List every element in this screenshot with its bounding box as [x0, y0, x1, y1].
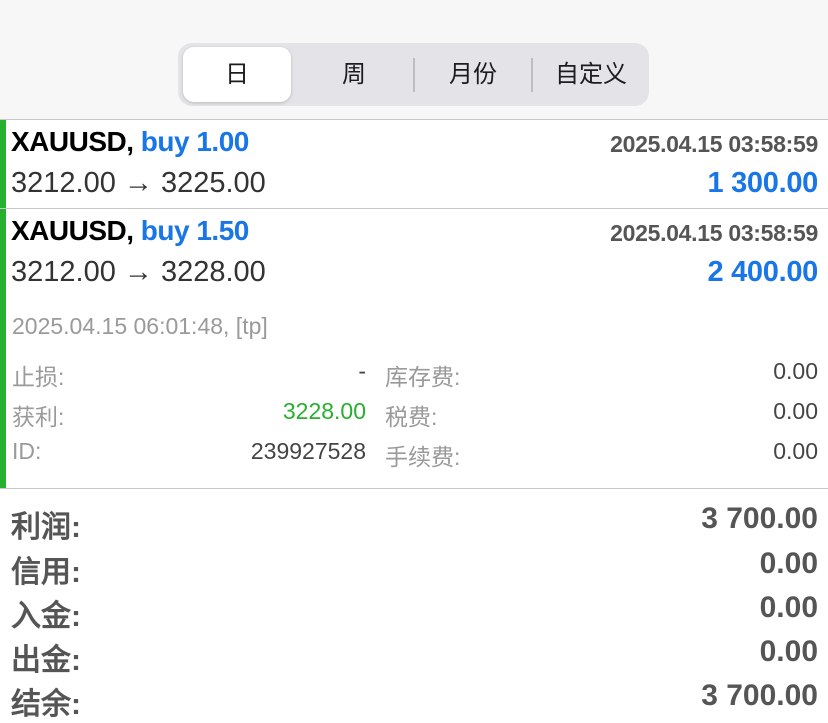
deal-prices: 3212.00 → 3225.00	[11, 167, 266, 199]
credit-value: 0.00	[759, 547, 818, 580]
deal-indicator-bar	[0, 120, 6, 208]
row-separator	[0, 488, 828, 489]
period-segmented-control: 日 周 月份 自定义	[178, 43, 649, 106]
profit-label: 利润:	[11, 511, 81, 544]
deal-time: 2025.04.15 03:58:59	[610, 131, 818, 157]
deal-indicator-bar	[0, 209, 6, 488]
withdrawal-value: 0.00	[759, 635, 818, 668]
credit-label: 信用:	[11, 556, 81, 589]
tab-month[interactable]: 月份	[415, 47, 531, 102]
deal-time: 2025.04.15 03:58:59	[610, 220, 818, 246]
id-value: 239927528	[250, 438, 366, 464]
stop-loss-value: -	[358, 358, 366, 384]
deal-profit: 1 300.00	[707, 167, 819, 199]
symbol-name: XAUUSD,	[11, 215, 134, 246]
deal-prices: 3212.00 → 3228.00	[11, 256, 266, 288]
taxes-label: 税费:	[385, 404, 438, 430]
deal-direction: buy 1.50	[140, 215, 250, 246]
take-profit-label: 获利:	[12, 404, 65, 430]
withdrawal-label: 出金:	[11, 644, 81, 677]
close-info: 2025.04.15 06:01:48, [tp]	[12, 313, 268, 339]
commission-label: 手续费:	[385, 444, 461, 470]
commission-value: 0.00	[773, 438, 818, 464]
deposit-label: 入金:	[11, 600, 81, 633]
balance-value: 3 700.00	[701, 679, 818, 712]
deal-symbol: XAUUSD, buy 1.50	[11, 215, 249, 247]
balance-label: 结余:	[11, 688, 81, 721]
deal-row[interactable]: XAUUSD, buy 1.00 2025.04.15 03:58:59 321…	[0, 120, 828, 208]
deal-row-expanded[interactable]: XAUUSD, buy 1.50 2025.04.15 03:58:59 321…	[0, 209, 828, 488]
taxes-value: 0.00	[773, 398, 818, 424]
stop-loss-label: 止损:	[12, 364, 65, 390]
id-label: ID:	[12, 438, 42, 464]
tab-day[interactable]: 日	[183, 47, 291, 102]
deposit-value: 0.00	[759, 591, 818, 624]
swap-label: 库存费:	[385, 364, 461, 390]
swap-value: 0.00	[773, 358, 818, 384]
tab-custom[interactable]: 自定义	[533, 47, 649, 102]
period-header: 日 周 月份 自定义	[0, 0, 828, 120]
deal-direction: buy 1.00	[140, 126, 250, 157]
deal-symbol: XAUUSD, buy 1.00	[11, 126, 249, 158]
profit-value: 3 700.00	[701, 502, 818, 535]
symbol-name: XAUUSD,	[11, 126, 134, 157]
take-profit-value: 3228.00	[282, 398, 366, 424]
deal-profit: 2 400.00	[707, 256, 819, 288]
tab-week[interactable]: 周	[295, 47, 413, 102]
